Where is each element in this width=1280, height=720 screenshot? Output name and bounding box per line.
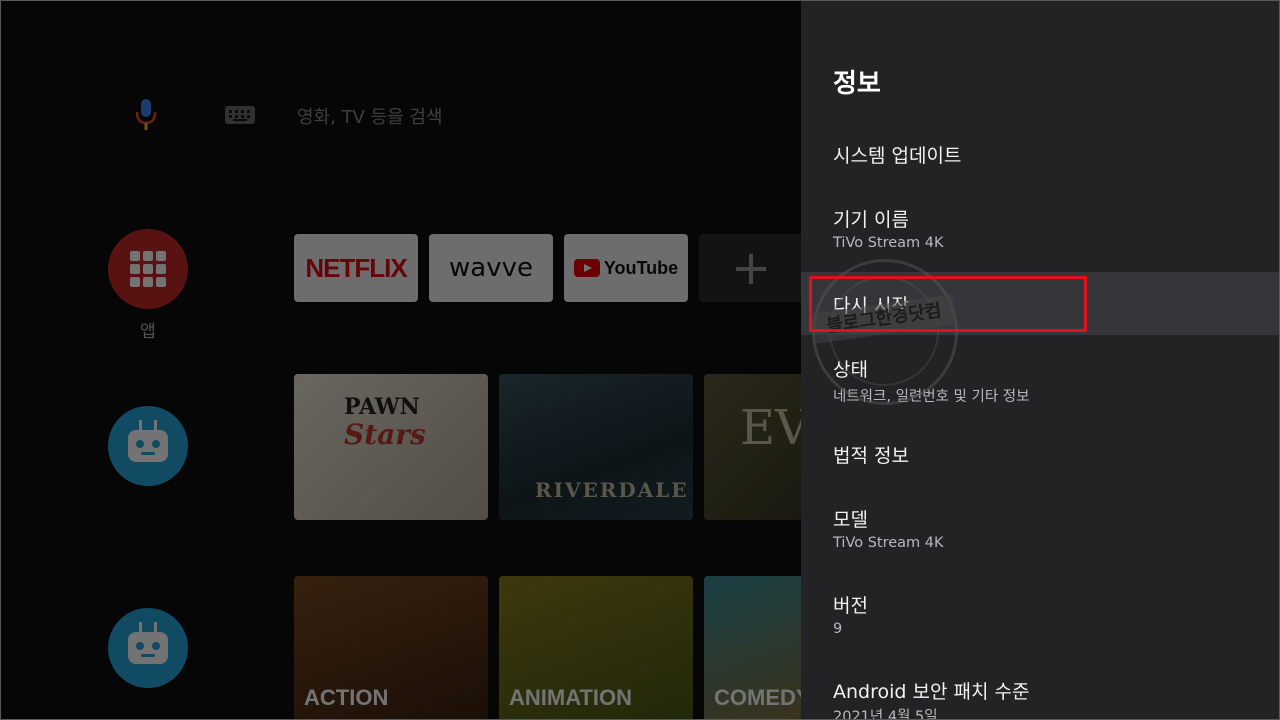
youtube-app-tile[interactable]: YouTube: [564, 234, 688, 302]
menu-item-device-name[interactable]: 기기 이름 TiVo Stream 4K: [801, 205, 1279, 269]
netflix-app-tile[interactable]: NETFLIX: [294, 234, 418, 302]
menu-item-value: 2021년 4월 5일: [833, 709, 938, 719]
keyboard-icon[interactable]: [225, 106, 255, 124]
tivo-antenna: [154, 420, 157, 430]
menu-item-label: 버전: [833, 595, 868, 617]
youtube-play-icon: [573, 259, 600, 277]
apps-grid-icon: [130, 251, 166, 287]
about-settings-panel: 정보 시스템 업데이트 기기 이름 TiVo Stream 4K 다시 시작 상…: [801, 1, 1279, 719]
restart-highlight-box: [809, 276, 1087, 332]
genre-tile-action[interactable]: ACTION: [294, 576, 488, 719]
menu-item-label: 시스템 업데이트: [833, 145, 962, 167]
screen-frame: 영화, TV 등을 검색 앱 NETFLIX wavve YouTube + P…: [0, 0, 1280, 720]
third-poster[interactable]: EV: [704, 374, 801, 520]
menu-item-legal-info[interactable]: 법적 정보: [801, 441, 1279, 501]
menu-item-model[interactable]: 모델 TiVo Stream 4K: [801, 505, 1279, 569]
genre-tile-animation[interactable]: ANIMATION: [499, 576, 693, 719]
menu-item-label: 기기 이름: [833, 209, 909, 231]
menu-item-label: Android 보안 패치 수준: [833, 681, 1030, 703]
riverdale-poster[interactable]: RIVERDALE: [499, 374, 693, 520]
menu-item-value: 9: [833, 621, 843, 637]
poster-subtitle: Stars: [344, 418, 426, 451]
search-placeholder: 영화, TV 등을 검색: [297, 107, 443, 128]
poster-title: RIVERDALE: [535, 478, 689, 502]
poster-title: PAWN: [344, 394, 420, 420]
apps-label: 앱: [140, 322, 156, 342]
menu-item-value: 네트워크, 일련번호 및 기타 정보: [833, 389, 1030, 405]
genre-label: ACTION: [304, 685, 389, 710]
add-app-tile[interactable]: +: [699, 234, 801, 302]
tivo-antenna: [139, 420, 142, 430]
search-bar[interactable]: 영화, TV 등을 검색: [1, 91, 801, 139]
microphone-icon[interactable]: [133, 99, 159, 131]
wavve-app-tile[interactable]: wavve: [429, 234, 553, 302]
menu-item-label: 법적 정보: [833, 445, 909, 467]
menu-item-value: TiVo Stream 4K: [833, 535, 944, 551]
tivo-channel-button[interactable]: [108, 608, 188, 688]
genre-tile-comedy[interactable]: COMEDY: [704, 576, 801, 719]
menu-item-security-patch[interactable]: Android 보안 패치 수준 2021년 4월 5일: [801, 677, 1279, 719]
poster-title: EV: [740, 400, 801, 456]
menu-item-label: 상태: [833, 359, 868, 381]
menu-item-version[interactable]: 버전 9: [801, 591, 1279, 655]
menu-item-label: 모델: [833, 509, 868, 531]
menu-item-status[interactable]: 상태 네트워크, 일련번호 및 기타 정보: [801, 355, 1279, 419]
tivo-channel-button[interactable]: [108, 406, 188, 486]
tivo-antenna: [154, 622, 157, 632]
menu-item-system-update[interactable]: 시스템 업데이트: [801, 141, 1279, 201]
tivo-icon: [128, 632, 168, 664]
panel-title: 정보: [833, 69, 881, 99]
pawn-stars-poster[interactable]: PAWN Stars: [294, 374, 488, 520]
youtube-label: YouTube: [603, 257, 679, 278]
apps-button[interactable]: [108, 229, 188, 309]
tivo-icon: [128, 430, 168, 462]
menu-item-value: TiVo Stream 4K: [833, 235, 944, 251]
genre-label: COMEDY: [714, 685, 801, 710]
home-screen: 영화, TV 등을 검색 앱 NETFLIX wavve YouTube + P…: [1, 1, 801, 719]
tivo-antenna: [139, 622, 142, 632]
genre-label: ANIMATION: [509, 685, 633, 710]
